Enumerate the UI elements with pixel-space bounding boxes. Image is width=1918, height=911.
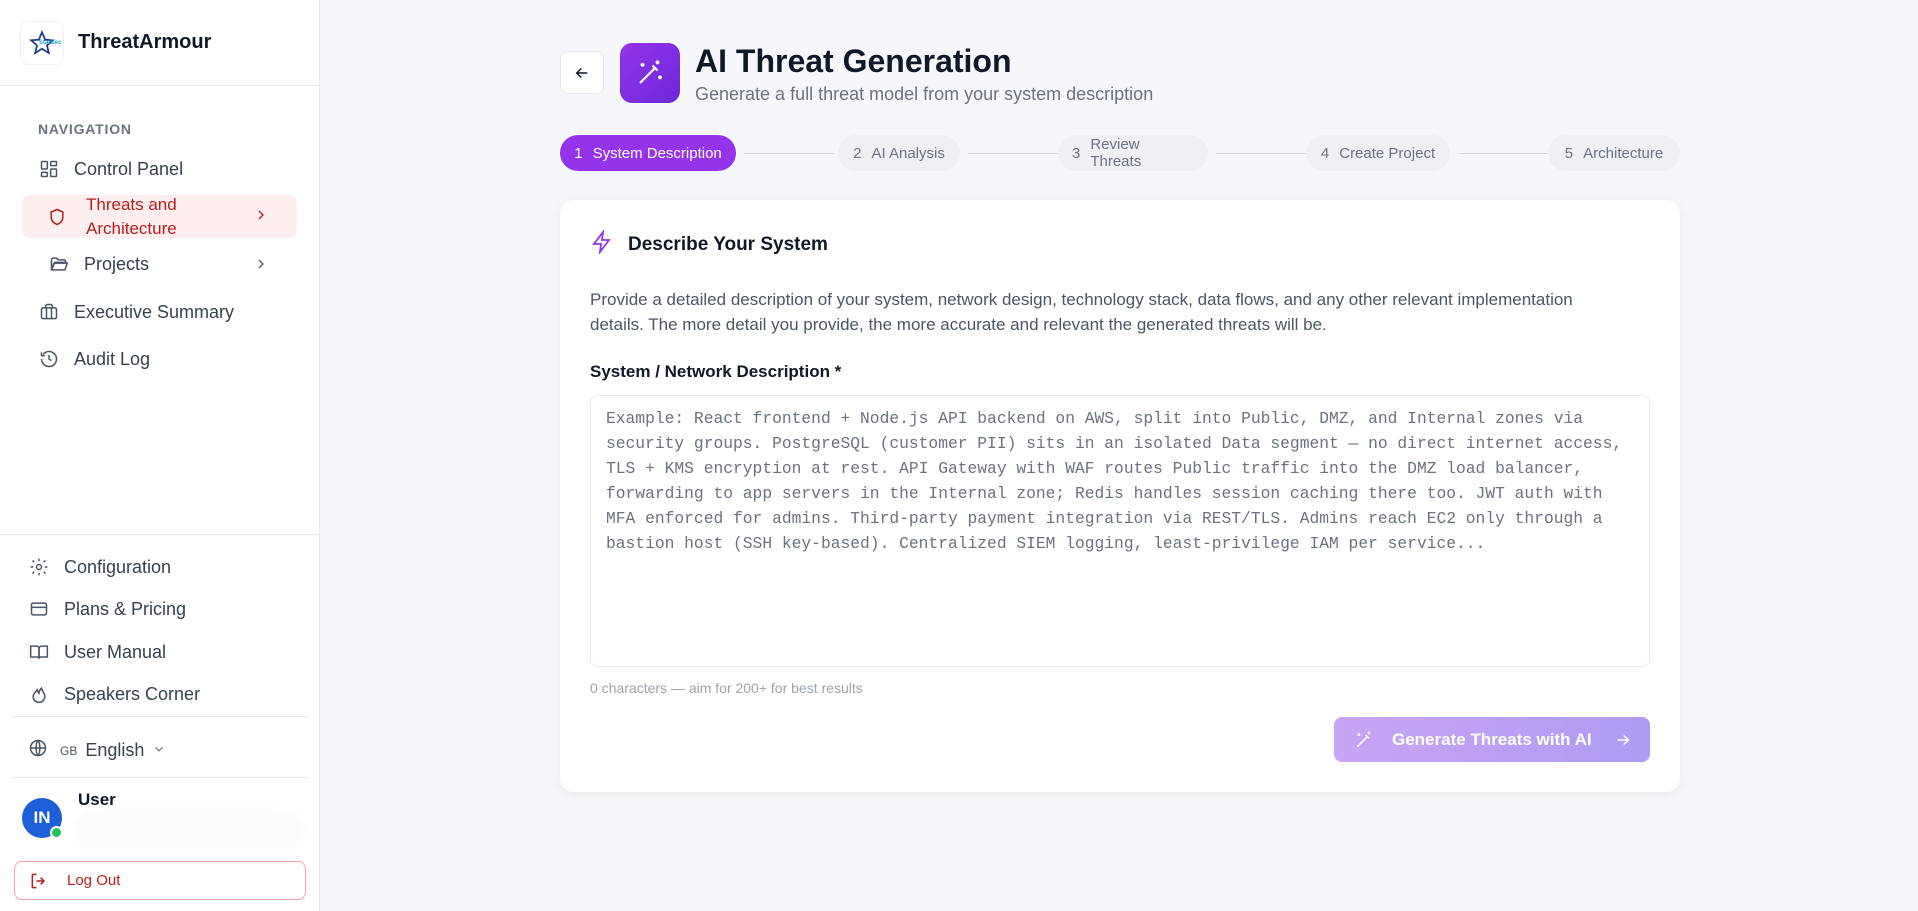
card-description: Provide a detailed description of your s…	[590, 290, 1573, 334]
divider	[12, 716, 308, 717]
sidebar-item-audit-log[interactable]: Audit Log	[38, 348, 150, 370]
back-button[interactable]	[560, 51, 604, 94]
generate-threats-button[interactable]: Generate Threats with AI	[1334, 717, 1650, 762]
logout-label: Log Out	[67, 872, 121, 889]
logo-text: StarSec	[39, 39, 62, 46]
step-connector	[1458, 153, 1548, 154]
sidebar-item-user-manual[interactable]: User Manual	[28, 641, 166, 663]
divider	[12, 777, 308, 778]
lightning-icon	[590, 228, 614, 259]
shield-icon	[46, 206, 68, 228]
step-connector	[744, 153, 834, 154]
logout-icon	[29, 871, 49, 891]
step-connector	[1216, 153, 1306, 154]
arrow-left-icon	[575, 67, 588, 78]
sidebar-item-label: Configuration	[64, 556, 172, 577]
brand-logo[interactable]: StarSec	[20, 20, 64, 65]
step-label: System Description	[592, 144, 722, 162]
brand-header: StarSec ThreatArmour	[0, 0, 319, 86]
describe-system-card: Describe Your System Provide a detailed …	[560, 200, 1680, 792]
step-system-description[interactable]: 1 System Description	[560, 135, 736, 171]
step-number: 3	[1072, 144, 1081, 162]
page-title: AI Threat Generation	[695, 43, 1012, 79]
logout-button[interactable]: Log Out	[14, 861, 306, 900]
user-name: User	[78, 790, 116, 809]
sidebar-item-label: Control Panel	[74, 158, 184, 179]
sidebar-item-label: Speakers Corner	[64, 683, 201, 704]
nav-section-title: NAVIGATION	[38, 121, 132, 137]
sidebar-item-projects[interactable]: Projects	[48, 253, 149, 275]
sidebar-item-plans-pricing[interactable]: Plans & Pricing	[28, 598, 186, 620]
arrow-right-icon	[1614, 731, 1632, 749]
book-icon	[28, 641, 50, 663]
character-count: 0 characters — aim for 200+ for best res…	[590, 680, 863, 696]
online-status-dot	[50, 826, 63, 839]
step-label: Architecture	[1583, 144, 1664, 162]
page-subtitle: Generate a full threat model from your s…	[695, 84, 1154, 104]
step-ai-analysis[interactable]: 2 AI Analysis	[838, 135, 960, 171]
stepper: 1 System Description 2 AI Analysis 3 Rev…	[560, 135, 1680, 171]
globe-icon	[28, 738, 48, 763]
sidebar-item-label: Executive Summary	[74, 301, 235, 322]
sidebar-item-label: Audit Log	[74, 348, 151, 369]
card-header: Describe Your System	[590, 228, 828, 259]
sidebar-item-label: User Manual	[64, 641, 167, 662]
chevron-right-icon[interactable]	[253, 256, 269, 277]
wand-sparkles-icon	[1354, 730, 1374, 750]
step-label: AI Analysis	[871, 144, 945, 162]
history-icon	[38, 348, 60, 370]
step-create-project[interactable]: 4 Create Project	[1306, 135, 1450, 171]
step-label: Create Project	[1339, 144, 1436, 162]
divider	[0, 534, 320, 535]
step-number: 5	[1564, 144, 1574, 162]
generate-threats-label: Generate Threats with AI	[1392, 729, 1592, 749]
redacted-user-email	[74, 810, 304, 850]
sidebar-item-executive-summary[interactable]: Executive Summary	[38, 301, 234, 323]
step-number: 1	[574, 144, 583, 162]
sidebar-item-configuration[interactable]: Configuration	[28, 556, 171, 578]
brand-name: ThreatArmour	[78, 31, 212, 53]
step-connector	[968, 153, 1058, 154]
dashboard-icon	[38, 158, 60, 180]
step-label: Review Threats	[1090, 136, 1142, 170]
language-name: English	[85, 740, 145, 760]
briefcase-icon	[38, 301, 60, 323]
sidebar-item-speakers-corner[interactable]: Speakers Corner	[28, 683, 200, 705]
system-description-textarea[interactable]	[590, 395, 1650, 667]
language-code: GB	[60, 743, 78, 758]
gear-icon	[28, 556, 50, 578]
flame-icon	[28, 683, 50, 705]
sidebar: StarSec ThreatArmour NAVIGATION Control …	[0, 0, 320, 911]
sidebar-item-label: Plans & Pricing	[64, 598, 187, 619]
card-title: Describe Your System	[628, 233, 828, 255]
wand-sparkles-icon	[620, 43, 680, 103]
user-profile[interactable]: IN User	[22, 790, 304, 850]
step-number: 2	[853, 144, 862, 162]
language-selector[interactable]: GB English	[28, 738, 166, 763]
step-architecture[interactable]: 5 Architecture	[1548, 135, 1680, 171]
chevron-down-icon	[152, 740, 166, 761]
sidebar-item-control-panel[interactable]: Control Panel	[38, 158, 183, 180]
folder-open-icon	[48, 253, 70, 275]
step-review-threats[interactable]: 3 Review Threats	[1058, 135, 1208, 171]
credit-card-icon	[28, 598, 50, 620]
chevron-right-icon	[253, 207, 269, 228]
sidebar-item-label: Threats and Architecture	[86, 194, 177, 238]
step-number: 4	[1320, 144, 1330, 162]
sidebar-item-threats-architecture[interactable]: Threats and Architecture	[22, 195, 297, 238]
system-description-label: System / Network Description *	[590, 362, 842, 381]
sidebar-item-label: Projects	[84, 253, 150, 274]
